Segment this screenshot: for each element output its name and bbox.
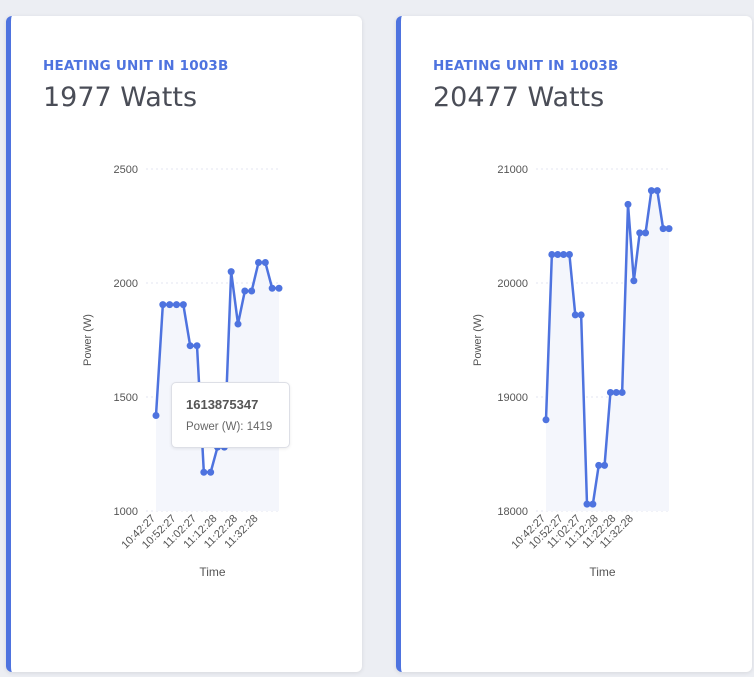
data-point xyxy=(179,301,187,309)
y-tick-label: 19000 xyxy=(497,392,528,404)
data-point xyxy=(618,388,626,396)
y-axis-title: Power (W) xyxy=(472,314,484,366)
data-point xyxy=(542,416,550,424)
data-point xyxy=(248,287,256,295)
data-point xyxy=(642,229,650,237)
x-axis-title: Time xyxy=(589,565,616,579)
data-point xyxy=(630,277,638,285)
data-point xyxy=(173,301,180,309)
data-point xyxy=(268,284,276,292)
y-tick-label: 20000 xyxy=(497,278,528,290)
data-point xyxy=(255,258,262,266)
area-fill xyxy=(546,190,669,511)
data-point xyxy=(565,251,573,258)
data-point xyxy=(624,200,632,208)
y-axis-title: Power (W) xyxy=(82,314,94,366)
tooltip-value: Power (W): 1419 xyxy=(186,421,273,433)
chart-tooltip: 1613875347 Power (W): 1419 xyxy=(171,382,290,448)
data-point xyxy=(193,342,201,350)
heating-unit-card-1: HEATING UNIT IN 1003B 1977 Watts 1000 150… xyxy=(6,16,362,672)
data-point xyxy=(200,468,208,476)
heating-unit-card-2: HEATING UNIT IN 1003B 20477 Watts 18000 1… xyxy=(396,16,752,672)
data-point xyxy=(207,468,215,476)
y-tick-label: 1000 xyxy=(114,506,138,518)
data-point xyxy=(665,225,673,233)
data-point xyxy=(653,187,661,195)
tooltip-title: 1613875347 xyxy=(186,397,259,412)
y-tick-label: 1500 xyxy=(114,392,138,404)
data-point xyxy=(227,268,235,276)
data-point xyxy=(261,258,269,266)
data-point xyxy=(601,461,609,469)
data-point xyxy=(234,320,242,328)
data-point xyxy=(589,500,597,508)
y-tick-label: 2000 xyxy=(114,278,138,290)
y-tick-label: 18000 xyxy=(497,506,528,518)
power-line-chart[interactable]: 1800019000200002100010:42:2710:52:2711:0… xyxy=(401,16,754,672)
data-point xyxy=(241,287,249,295)
power-line-chart[interactable]: 100015002000250010:42:2710:52:2711:02:27… xyxy=(11,16,367,672)
data-point xyxy=(152,411,160,419)
data-point xyxy=(166,301,174,309)
data-point xyxy=(159,301,167,309)
data-point xyxy=(577,311,585,319)
y-tick-label: 21000 xyxy=(497,164,528,176)
data-point xyxy=(186,342,194,350)
x-axis-title: Time xyxy=(199,565,226,579)
y-tick-label: 2500 xyxy=(114,164,138,176)
data-point xyxy=(275,284,283,292)
